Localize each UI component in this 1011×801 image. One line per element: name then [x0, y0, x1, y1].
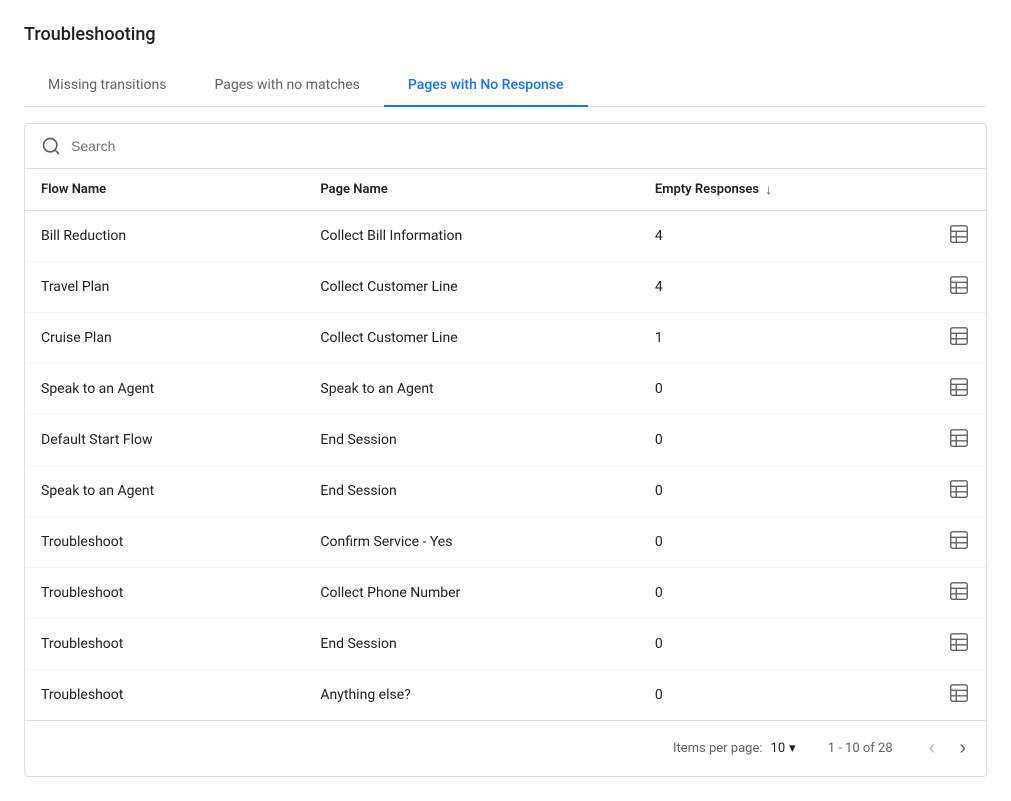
cell-responses: 0: [639, 415, 926, 466]
cell-action[interactable]: [926, 619, 986, 670]
cell-flow-name: Troubleshoot: [25, 568, 304, 619]
cell-action[interactable]: [926, 466, 986, 517]
table-row: Troubleshoot End Session 0: [25, 619, 986, 670]
list-view-icon[interactable]: [948, 682, 970, 704]
cell-flow-name: Default Start Flow: [25, 415, 304, 466]
cell-flow-name: Speak to an Agent: [25, 466, 304, 517]
items-per-page-value: 10: [771, 741, 786, 756]
col-empty-responses[interactable]: Empty Responses ↓: [639, 169, 926, 211]
cell-action[interactable]: [926, 211, 986, 262]
cell-page-name: End Session: [304, 415, 638, 466]
cell-action[interactable]: [926, 364, 986, 415]
list-view-icon[interactable]: [948, 529, 970, 551]
next-page-button[interactable]: ›: [955, 733, 970, 764]
cell-flow-name: Troubleshoot: [25, 619, 304, 670]
cell-action[interactable]: [926, 568, 986, 619]
page-title: Troubleshooting: [24, 24, 987, 45]
cell-responses: 0: [639, 364, 926, 415]
cell-responses: 0: [639, 466, 926, 517]
list-view-icon[interactable]: [948, 223, 970, 245]
cell-page-name: Collect Bill Information: [304, 211, 638, 262]
tab-bar: Missing transitions Pages with no matche…: [24, 65, 987, 107]
cell-page-name: End Session: [304, 466, 638, 517]
cell-page-name: Anything else?: [304, 670, 638, 721]
sort-down-icon: ↓: [765, 181, 772, 198]
table-row: Troubleshoot Confirm Service - Yes 0: [25, 517, 986, 568]
cell-action[interactable]: [926, 262, 986, 313]
search-input[interactable]: [71, 138, 970, 154]
items-per-page-control: Items per page: 10 ▾: [673, 741, 796, 756]
list-view-icon[interactable]: [948, 274, 970, 296]
table-row: Troubleshoot Collect Phone Number 0: [25, 568, 986, 619]
cell-action[interactable]: [926, 415, 986, 466]
cell-responses: 0: [639, 517, 926, 568]
cell-page-name: Collect Customer Line: [304, 313, 638, 364]
cell-responses: 0: [639, 568, 926, 619]
table-row: Bill Reduction Collect Bill Information …: [25, 211, 986, 262]
cell-responses: 1: [639, 313, 926, 364]
cell-flow-name: Troubleshoot: [25, 517, 304, 568]
table-row: Speak to an Agent Speak to an Agent 0: [25, 364, 986, 415]
search-bar: [25, 124, 986, 169]
list-view-icon[interactable]: [948, 325, 970, 347]
table-footer: Items per page: 10 ▾ 1 - 10 of 28 ‹ ›: [25, 720, 986, 776]
cell-flow-name: Travel Plan: [25, 262, 304, 313]
search-icon: [41, 136, 61, 156]
list-view-icon[interactable]: [948, 580, 970, 602]
table-row: Cruise Plan Collect Customer Line 1: [25, 313, 986, 364]
table-header-row: Flow Name Page Name Empty Responses ↓: [25, 169, 986, 211]
cell-responses: 4: [639, 211, 926, 262]
content-box: Flow Name Page Name Empty Responses ↓ Bi…: [24, 123, 987, 777]
data-table: Flow Name Page Name Empty Responses ↓ Bi…: [25, 169, 986, 720]
list-view-icon[interactable]: [948, 478, 970, 500]
table-row: Travel Plan Collect Customer Line 4: [25, 262, 986, 313]
items-per-page-label: Items per page:: [673, 741, 763, 756]
cell-responses: 0: [639, 619, 926, 670]
table-row: Troubleshoot Anything else? 0: [25, 670, 986, 721]
cell-responses: 4: [639, 262, 926, 313]
col-flow-name: Flow Name: [25, 169, 304, 211]
table-row: Speak to an Agent End Session 0: [25, 466, 986, 517]
cell-page-name: Collect Phone Number: [304, 568, 638, 619]
col-actions: [926, 169, 986, 211]
cell-flow-name: Bill Reduction: [25, 211, 304, 262]
cell-page-name: Speak to an Agent: [304, 364, 638, 415]
cell-action[interactable]: [926, 670, 986, 721]
cell-flow-name: Speak to an Agent: [25, 364, 304, 415]
prev-page-button[interactable]: ‹: [925, 733, 940, 764]
list-view-icon[interactable]: [948, 427, 970, 449]
cell-page-name: Collect Customer Line: [304, 262, 638, 313]
tab-pages-no-response[interactable]: Pages with No Response: [384, 65, 588, 107]
cell-flow-name: Cruise Plan: [25, 313, 304, 364]
cell-page-name: End Session: [304, 619, 638, 670]
cell-flow-name: Troubleshoot: [25, 670, 304, 721]
cell-page-name: Confirm Service - Yes: [304, 517, 638, 568]
page-range: 1 - 10 of 28: [828, 741, 893, 756]
list-view-icon[interactable]: [948, 631, 970, 653]
col-page-name: Page Name: [304, 169, 638, 211]
list-view-icon[interactable]: [948, 376, 970, 398]
chevron-down-icon: ▾: [789, 741, 796, 756]
tab-missing-transitions[interactable]: Missing transitions: [24, 65, 191, 107]
tab-pages-no-matches[interactable]: Pages with no matches: [191, 65, 384, 107]
cell-action[interactable]: [926, 517, 986, 568]
cell-responses: 0: [639, 670, 926, 721]
cell-action[interactable]: [926, 313, 986, 364]
table-row: Default Start Flow End Session 0: [25, 415, 986, 466]
items-per-page-select[interactable]: 10 ▾: [771, 741, 796, 756]
